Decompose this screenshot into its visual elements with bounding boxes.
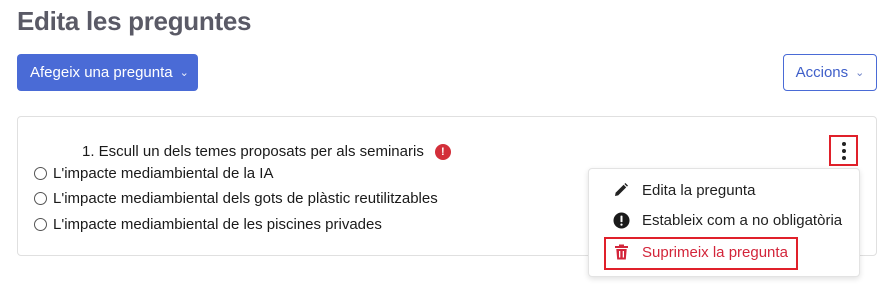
menu-item-label: Edita la pregunta	[642, 181, 756, 199]
menu-item-label: Estableix com a no obligatòria	[642, 211, 843, 229]
answer-option[interactable]: L'impacte mediambiental de la IA	[34, 165, 273, 182]
question-text: 1. Escull un dels temes proposats per al…	[82, 143, 424, 160]
option-label: L'impacte mediambiental de les piscines …	[53, 216, 382, 233]
answer-option[interactable]: L'impacte mediambiental dels gots de plà…	[34, 190, 438, 207]
pencil-icon	[612, 181, 630, 199]
radio-button[interactable]	[34, 167, 47, 180]
menu-item-edit-question[interactable]: Edita la pregunta	[612, 181, 755, 199]
page-title: Edita les preguntes	[17, 6, 252, 36]
question-title: 1. Escull un dels temes proposats per al…	[82, 143, 451, 160]
required-icon: !	[434, 143, 451, 160]
actions-label: Accions	[795, 64, 849, 81]
actions-button[interactable]: Accions ⌄	[783, 54, 877, 91]
answer-option[interactable]: L'impacte mediambiental de les piscines …	[34, 216, 382, 233]
chevron-down-icon: ⌄	[179, 67, 189, 79]
menu-item-set-optional[interactable]: Estableix com a no obligatòria	[612, 211, 842, 229]
more-options-button[interactable]	[829, 135, 858, 166]
radio-button[interactable]	[34, 218, 47, 231]
exclamation-circle-icon	[612, 211, 630, 229]
highlight-box	[604, 237, 798, 270]
option-label: L'impacte mediambiental dels gots de plà…	[53, 190, 438, 207]
chevron-down-icon: ⌄	[855, 67, 865, 79]
kebab-menu-icon	[841, 141, 846, 160]
add-question-label: Afegeix una pregunta	[30, 64, 173, 81]
add-question-button[interactable]: Afegeix una pregunta ⌄	[17, 54, 198, 91]
radio-button[interactable]	[34, 192, 47, 205]
option-label: L'impacte mediambiental de la IA	[53, 165, 274, 182]
